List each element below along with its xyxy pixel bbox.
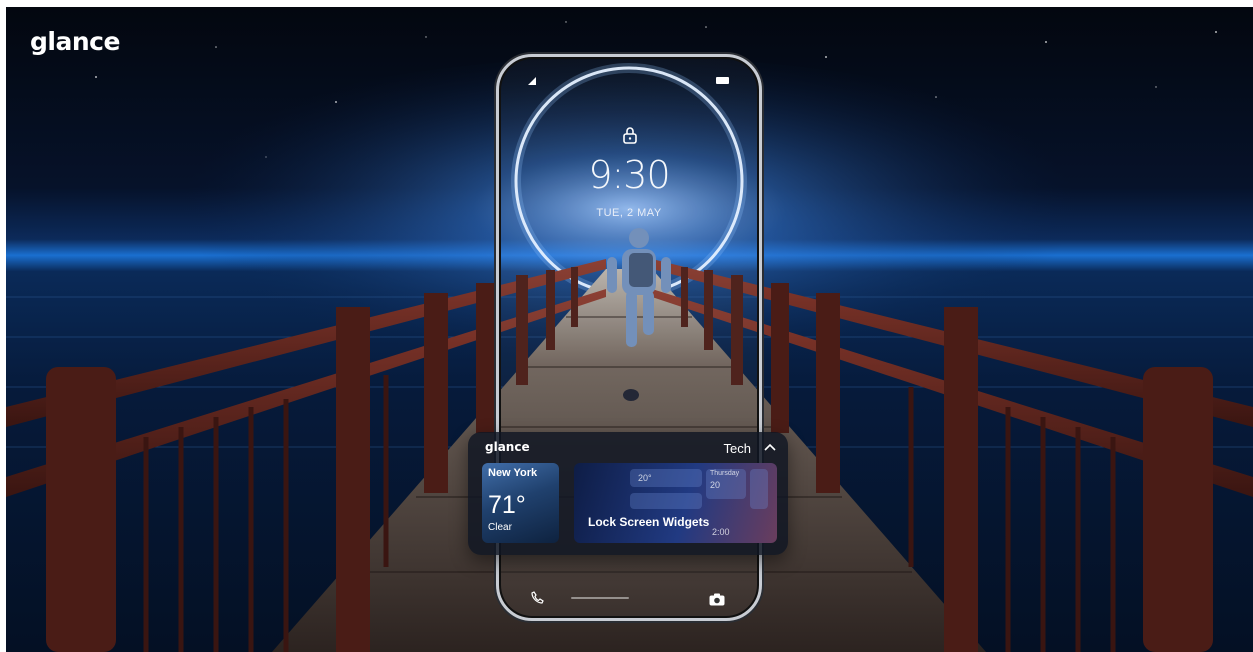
lockscreen-time: 9:30 — [588, 153, 670, 197]
mini-calendar-weekday: Thursday — [710, 470, 740, 477]
weather-temperature: 71° — [488, 491, 526, 519]
phone-icon[interactable] — [531, 591, 544, 604]
lockscreen-date: TUE, 2 MAY — [596, 207, 662, 219]
signal-icon — [528, 77, 536, 85]
mini-clock-time: 2:00 — [712, 527, 730, 537]
glance-widget-panel: glance Tech New York 71° Clear 20° Thurs… — [468, 432, 788, 555]
glance-logo: glance — [30, 27, 120, 56]
camera-icon[interactable] — [709, 593, 725, 606]
battery-icon — [716, 77, 729, 84]
lock-icon — [623, 127, 637, 144]
weather-card[interactable]: New York 71° Clear — [482, 463, 559, 543]
promo-banner: glance 9:30 TUE, 2 MAY glance Tech New Y… — [6, 7, 1253, 652]
widget-category[interactable]: Tech — [724, 441, 751, 456]
mini-weather-temp: 20° — [638, 473, 652, 483]
promo-card-label: Lock Screen Widgets — [588, 515, 710, 529]
mini-app-row — [630, 493, 702, 509]
mini-status-widget — [750, 469, 768, 509]
chevron-up-icon[interactable] — [764, 443, 776, 451]
lock-screen-widgets-card[interactable]: 20° Thursday 20 2:00 Lock Screen Widgets — [574, 463, 777, 543]
weather-city: New York — [488, 467, 538, 479]
mini-calendar-day: 20 — [710, 480, 721, 490]
weather-condition: Clear — [488, 522, 512, 533]
widget-brand-logo: glance — [485, 440, 530, 454]
home-indicator[interactable] — [571, 597, 629, 599]
